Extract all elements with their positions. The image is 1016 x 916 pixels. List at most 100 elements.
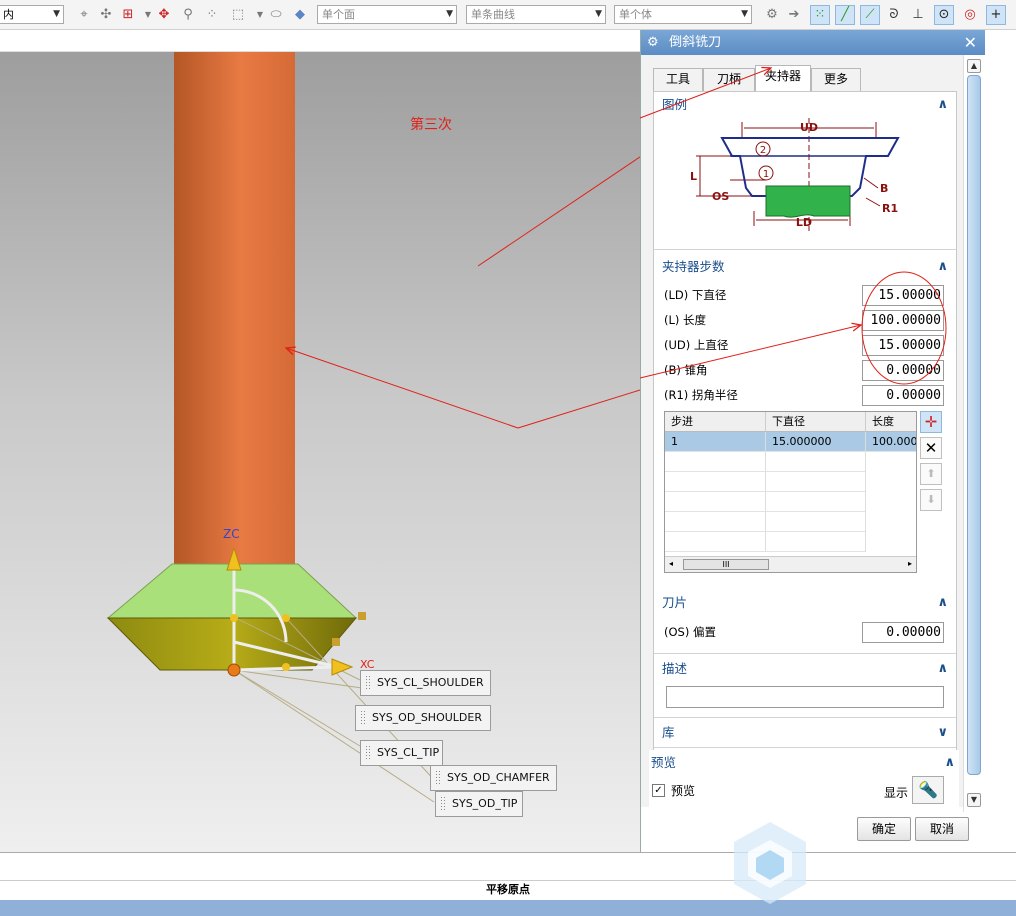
- arrow-right-icon[interactable]: ➔: [784, 5, 804, 25]
- tab-shank[interactable]: 刀柄: [703, 68, 755, 91]
- corner-handle[interactable]: [332, 638, 340, 646]
- table-cell: [766, 452, 866, 472]
- upper-diameter-input[interactable]: 15.00000: [862, 335, 944, 356]
- snap-endpoint-icon[interactable]: ⁙: [810, 5, 830, 25]
- chevron-up-icon[interactable]: ∧: [937, 254, 948, 280]
- dialog-titlebar: ⚙ 倒斜铣刀 ✕: [641, 30, 985, 55]
- holder-tab-panel: 图例 ∧ UD LD L OS B R1 2 1 夹持器步数 ∧ (LD) 下直…: [653, 91, 957, 807]
- dialog-scrollbar[interactable]: ▲ ▼: [963, 55, 985, 812]
- holder-steps-title: 夹持器步数: [662, 259, 725, 274]
- cutter-head-top: [106, 563, 358, 619]
- table-cell[interactable]: 1: [665, 432, 766, 452]
- table-hscrollbar[interactable]: ◂ III ▸: [665, 556, 916, 572]
- pin-icon[interactable]: ⚲: [178, 5, 198, 25]
- table-cell: [665, 452, 766, 472]
- tracking-point-tag[interactable]: SYS_OD_CHAMFER: [430, 765, 557, 791]
- chevron-up-icon[interactable]: ∧: [944, 750, 955, 776]
- table-header[interactable]: 下直径: [766, 412, 866, 432]
- move-icon[interactable]: ✥: [154, 5, 174, 25]
- scroll-up-icon[interactable]: ▲: [967, 59, 981, 73]
- legend-ld: LD: [796, 216, 812, 229]
- scroll-down-icon[interactable]: ▼: [967, 793, 981, 807]
- preview-header[interactable]: 预览 ∧: [649, 750, 959, 776]
- tab-more[interactable]: 更多: [811, 68, 861, 91]
- tracking-point-tag[interactable]: SYS_CL_SHOULDER: [360, 670, 491, 696]
- cancel-button[interactable]: 取消: [915, 817, 969, 841]
- tracking-point-tag[interactable]: SYS_CL_TIP: [360, 740, 443, 766]
- face-rule-combo[interactable]: 单个面 ▼: [317, 5, 457, 24]
- scroll-right-icon[interactable]: ▸: [908, 559, 912, 568]
- add-point-icon[interactable]: ⊞: [118, 5, 138, 25]
- box-select-icon[interactable]: ⬚: [228, 5, 248, 25]
- snap-point-icon[interactable]: ⌖: [74, 5, 94, 25]
- graphics-viewport[interactable]: 第三次 ZC XC SYS_CL_SHOULDER SYS_OD_SHOULDE…: [0, 30, 640, 852]
- chevron-down-icon[interactable]: ∨: [937, 720, 948, 746]
- snap-tangent-icon[interactable]: ⊥: [908, 5, 928, 25]
- show-preview-button[interactable]: 🔦: [912, 776, 944, 804]
- offset-input[interactable]: 0.00000: [862, 622, 944, 643]
- hscroll-thumb[interactable]: III: [683, 559, 769, 570]
- tracking-point-tag[interactable]: SYS_OD_SHOULDER: [355, 705, 491, 731]
- body-rule-combo[interactable]: 单个体 ▼: [614, 5, 752, 24]
- table-cell[interactable]: 15.000000: [766, 432, 866, 452]
- tracking-point-tag[interactable]: SYS_OD_TIP: [435, 791, 523, 817]
- eraser-icon[interactable]: ⬭: [266, 5, 286, 25]
- curve-rule-combo[interactable]: 单条曲线 ▼: [466, 5, 606, 24]
- select-filter-icon[interactable]: ✣: [96, 5, 116, 25]
- library-title: 库: [662, 725, 675, 740]
- table-cell: [665, 512, 766, 532]
- z-handle[interactable]: [230, 614, 238, 622]
- cube-icon[interactable]: ◆: [290, 5, 310, 25]
- scroll-left-icon[interactable]: ◂: [669, 559, 673, 568]
- table-header[interactable]: 长度: [866, 412, 916, 432]
- lower-diameter-input[interactable]: 15.00000: [862, 285, 944, 306]
- move-down-button[interactable]: ⬇: [920, 489, 942, 511]
- tab-tool[interactable]: 工具: [653, 68, 703, 91]
- table-cell[interactable]: 100.000: [866, 432, 916, 452]
- length-input[interactable]: 100.00000: [862, 310, 944, 331]
- tab-holder[interactable]: 夹持器: [755, 65, 811, 92]
- origin-handle[interactable]: [227, 663, 241, 677]
- grid-select-icon[interactable]: ⁘: [202, 5, 222, 25]
- corner-radius-input[interactable]: 0.00000: [862, 385, 944, 406]
- snap-setting-icon[interactable]: ⚙: [762, 5, 782, 25]
- description-header[interactable]: 描述 ∧: [654, 656, 956, 682]
- preview-section: 预览 ∧ ✓ 预览 显示 🔦: [649, 750, 959, 807]
- scroll-thumb[interactable]: [967, 75, 981, 775]
- snap-midpoint-icon[interactable]: ⟋: [860, 5, 880, 25]
- description-title: 描述: [662, 661, 688, 676]
- legend-header[interactable]: 图例 ∧: [654, 92, 956, 118]
- ok-button[interactable]: 确定: [857, 817, 911, 841]
- arc-handle[interactable]: [282, 614, 290, 622]
- holder-steps-header[interactable]: 夹持器步数 ∧: [654, 254, 956, 280]
- taper-angle-input[interactable]: 0.00000: [862, 360, 944, 381]
- status-prompt-bar: 平移原点: [0, 880, 1016, 900]
- snap-line-icon[interactable]: ╱: [835, 5, 855, 25]
- holder-steps-table[interactable]: 步进 下直径 长度 1 15.000000 100.000 ◂ III ▸: [664, 411, 917, 573]
- close-icon[interactable]: ✕: [964, 30, 977, 55]
- z-axis-label: ZC: [223, 527, 240, 541]
- insert-header[interactable]: 刀片 ∧: [654, 590, 956, 616]
- snap-quadrant-icon[interactable]: ◎: [960, 5, 980, 25]
- table-header[interactable]: 步进: [665, 412, 766, 432]
- legend-l: L: [690, 170, 697, 183]
- corner-handle[interactable]: [358, 612, 366, 620]
- x-handle[interactable]: [282, 663, 290, 671]
- add-step-button[interactable]: ✛: [920, 411, 942, 433]
- field-label: (R1) 拐角半径: [664, 388, 738, 402]
- type-filter-combo[interactable]: 内 ▼: [0, 5, 64, 24]
- chevron-up-icon[interactable]: ∧: [937, 590, 948, 616]
- x-axis-arrow[interactable]: [331, 658, 354, 676]
- snap-curve-icon[interactable]: ᘐ: [884, 5, 904, 25]
- chevron-up-icon[interactable]: ∧: [937, 656, 948, 682]
- delete-step-button[interactable]: ✕: [920, 437, 942, 459]
- snap-center-icon[interactable]: ⊙: [934, 5, 954, 25]
- preview-checkbox[interactable]: ✓: [652, 784, 665, 797]
- holder-shank: [174, 52, 295, 567]
- description-input[interactable]: [666, 686, 944, 708]
- field-label: (B) 锥角: [664, 363, 708, 377]
- library-header[interactable]: 库 ∨: [654, 720, 956, 746]
- chevron-up-icon[interactable]: ∧: [937, 92, 948, 118]
- snap-cross-icon[interactable]: +: [986, 5, 1006, 25]
- move-up-button[interactable]: ⬆: [920, 463, 942, 485]
